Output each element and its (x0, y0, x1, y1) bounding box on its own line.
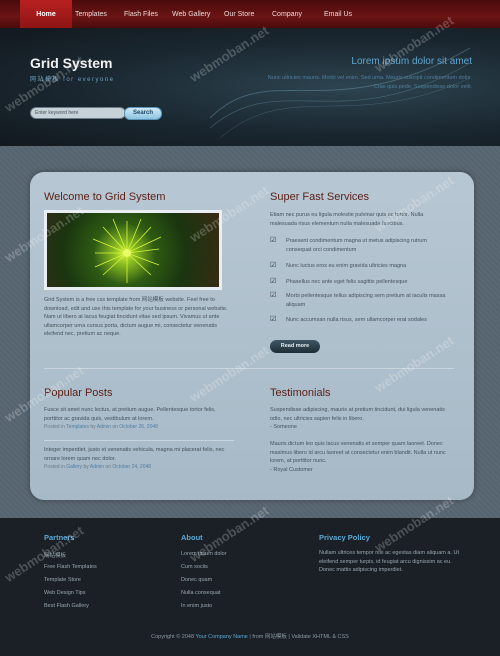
footer-about-title: About (181, 533, 203, 542)
company-link[interactable]: Your Company Name (195, 634, 247, 640)
footer-link[interactable]: Web Design Tips (44, 590, 85, 596)
post-text: Fusce sit amet nunc lectus, at pretium a… (44, 407, 216, 422)
post-item: Integer imperdiet, justo et venenatis ve… (44, 446, 234, 472)
service-item: ☑ Phasellus nec ante eget felis sagittis … (270, 278, 408, 285)
testimonial-author: - Someone (270, 424, 297, 430)
post-date: October 24, 2048 (112, 464, 152, 470)
hero-text: Nunc ultricies mauris. Morbi vel enim. S… (267, 75, 472, 90)
post-divider (44, 440, 234, 441)
post-meta: Posted in Templates by Admin on October … (44, 424, 158, 430)
top-nav: Home Templates Flash Files Web Gallery O… (0, 0, 500, 28)
footer-privacy-title: Privacy Policy (319, 533, 370, 542)
nav-flash-files[interactable]: Flash Files (124, 0, 158, 28)
checkbox-checked-icon: ☑ (270, 292, 277, 299)
footer-link[interactable]: Template Store (44, 577, 81, 583)
footer-link[interactable]: Nulla consequat (181, 590, 220, 596)
post-category-link[interactable]: Templates (66, 424, 89, 430)
welcome-text: Grid System is a free css template from … (44, 297, 228, 337)
footer-link[interactable]: Lorem ipsum dolor (181, 551, 227, 557)
site-title: Grid System (30, 55, 113, 71)
section-divider (44, 368, 454, 369)
services-intro: Etiam nec purus eu ligula molestie pulvi… (270, 212, 424, 227)
footer-link[interactable]: Cum sociis (181, 564, 208, 570)
testimonial-item: Suspendisse adipiscing, mauris at pretiu… (270, 406, 450, 432)
checkbox-checked-icon: ☑ (270, 316, 277, 323)
footer-privacy-text: Nullam ultrices tempor nisi ac egestas d… (319, 550, 460, 573)
site-subtitle: 网站模板 for everyone (30, 77, 115, 83)
service-item: ☑ Nunc luctus eros eu enim gravida ultric… (270, 262, 407, 269)
copyright: Copyright © 2048 Your Company Name | fro… (151, 634, 349, 640)
service-item: ☑ Praesent condimentum magna ut metus adi… (270, 237, 427, 253)
nav-email-us[interactable]: Email Us (324, 0, 352, 28)
popular-posts-title: Popular Posts (44, 387, 113, 399)
footer-link[interactable]: 网站模板 (44, 551, 66, 559)
testimonials-title: Testimonials (270, 387, 331, 399)
service-item: ☑ Morbi pellentesque tellus adipiscing se… (270, 292, 446, 308)
dandelion-icon (92, 218, 162, 283)
post-category-link[interactable]: Gallery (66, 464, 82, 470)
footer-partners-title: Partners (44, 533, 75, 542)
testimonial-item: Mauris dictum leo quis lacus venenatis e… (270, 440, 450, 474)
services-title: Super Fast Services (270, 191, 370, 203)
search-button[interactable]: Search (124, 107, 162, 120)
post-meta: Posted in Gallery by Admin on October 24… (44, 464, 152, 470)
nav-our-store[interactable]: Our Store (224, 0, 254, 28)
nav-web-gallery[interactable]: Web Gallery (172, 0, 210, 28)
dandelion-photo (44, 210, 222, 290)
footer-link[interactable]: Best Flash Gallery (44, 603, 89, 609)
service-item: ☑ Nunc accumsan nulla risus, sem ullamcor… (270, 316, 427, 323)
hero-title: Lorem ipsum dolor sit amet (351, 56, 472, 67)
post-item: Fusce sit amet nunc lectus, at pretium a… (44, 406, 234, 432)
checkbox-checked-icon: ☑ (270, 262, 277, 269)
footer-link[interactable]: Free Flash Templates (44, 564, 97, 570)
post-author-link[interactable]: Admin (90, 464, 104, 470)
checkbox-checked-icon: ☑ (270, 237, 277, 244)
nav-company[interactable]: Company (272, 0, 302, 28)
testimonial-author: - Royal Customer (270, 466, 313, 473)
search-input[interactable]: Enter keyword here (30, 107, 126, 119)
checkbox-checked-icon: ☑ (270, 278, 277, 285)
nav-templates[interactable]: Templates (75, 0, 107, 28)
footer-link[interactable]: In enim justo (181, 603, 212, 609)
post-author-link[interactable]: Admin (97, 424, 111, 430)
nav-home[interactable]: Home (20, 0, 72, 28)
post-text: Integer imperdiet, justo et venenatis ve… (44, 447, 225, 462)
footer-link[interactable]: Donec quam (181, 577, 212, 583)
post-date: October 26, 2048 (119, 424, 158, 430)
read-more-button[interactable]: Read more (270, 340, 320, 353)
welcome-title: Welcome to Grid System (44, 191, 166, 203)
